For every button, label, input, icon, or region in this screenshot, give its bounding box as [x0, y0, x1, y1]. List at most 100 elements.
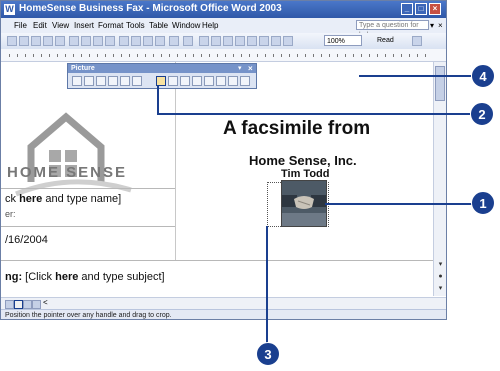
field-label: er: [5, 209, 16, 219]
select-browse-object-icon[interactable]: ● [436, 272, 445, 281]
document-area[interactable]: HOME SENSE ck here and type name] er: /1… [1, 62, 433, 296]
callout-3-line [266, 226, 268, 343]
vertical-scroll-thumb[interactable] [435, 66, 445, 101]
toolbar-options-icon[interactable]: ▾ [238, 64, 242, 73]
menu-help[interactable]: Help [202, 21, 218, 30]
company-name: Home Sense, Inc. [249, 153, 357, 168]
font-color-icon[interactable] [412, 36, 422, 46]
status-bar: Position the pointer over any handle and… [1, 309, 446, 319]
insert-table-icon[interactable] [223, 36, 233, 46]
tables-borders-icon[interactable] [211, 36, 221, 46]
menu-view[interactable]: View [52, 21, 69, 30]
subject-field[interactable]: ng: [Click here and type subject] [5, 271, 165, 283]
house-logo-icon [15, 112, 132, 197]
fax-heading: A facsimile from [223, 118, 371, 139]
web-layout-icon[interactable] [14, 300, 23, 309]
help-search-input[interactable]: Type a question for help [356, 20, 429, 39]
reset-picture-icon[interactable] [240, 76, 250, 86]
color-icon[interactable] [84, 76, 94, 86]
picture-toolbar[interactable]: Picture ▾ × [67, 63, 257, 89]
open-icon[interactable] [19, 36, 29, 46]
callout-3-badge: 3 [256, 342, 280, 366]
more-contrast-icon[interactable] [96, 76, 106, 86]
menu-format[interactable]: Format [98, 21, 123, 30]
drawing-icon[interactable] [259, 36, 269, 46]
columns-icon[interactable] [247, 36, 257, 46]
menu-edit[interactable]: Edit [33, 21, 47, 30]
word-app-icon[interactable]: W [4, 4, 15, 15]
next-page-icon[interactable]: ▾ [436, 284, 445, 293]
permission-icon[interactable] [43, 36, 53, 46]
sender-name: Tim Todd [281, 168, 330, 180]
set-transparent-color-icon[interactable] [228, 76, 238, 86]
menu-file[interactable]: File [14, 21, 27, 30]
handshake-icon [282, 181, 326, 226]
rotate-left-icon[interactable] [168, 76, 178, 86]
outline-view-icon[interactable] [32, 300, 41, 309]
callout-2-line [157, 86, 159, 115]
vertical-scrollbar[interactable]: ▾ ● ▾ [433, 62, 446, 296]
read-button[interactable]: Read [377, 35, 394, 47]
callout-2-line [157, 113, 470, 115]
close-button[interactable]: × [429, 3, 441, 15]
menu-window[interactable]: Window [172, 21, 200, 30]
email-icon[interactable] [55, 36, 65, 46]
menu-table[interactable]: Table [149, 21, 168, 30]
table-column-divider [175, 62, 176, 260]
less-contrast-icon[interactable] [108, 76, 118, 86]
cut-icon[interactable] [119, 36, 129, 46]
ruler-ticks [9, 54, 426, 57]
date-field[interactable]: /16/2004 [5, 234, 48, 246]
handshake-picture[interactable] [281, 180, 327, 227]
save-icon[interactable] [31, 36, 41, 46]
help-dropdown-icon[interactable]: ▾ [430, 21, 434, 30]
menu-insert[interactable]: Insert [74, 21, 94, 30]
document-map-icon[interactable] [271, 36, 281, 46]
callout-1-badge: 1 [471, 191, 495, 215]
undo-icon[interactable] [169, 36, 179, 46]
text-wrapping-icon[interactable] [204, 76, 214, 86]
toolbar-close-button[interactable]: × [248, 64, 253, 73]
line-style-icon[interactable] [180, 76, 190, 86]
callout-2-badge: 2 [470, 102, 494, 126]
paste-icon[interactable] [143, 36, 153, 46]
print-layout-icon[interactable] [23, 300, 32, 309]
new-icon[interactable] [7, 36, 17, 46]
window-title: HomeSense Business Fax - Microsoft Offic… [19, 3, 282, 14]
callout-1-line [325, 203, 480, 205]
more-brightness-icon[interactable] [120, 76, 130, 86]
crop-icon[interactable] [156, 76, 166, 86]
title-bar: W HomeSense Business Fax - Microsoft Off… [1, 1, 446, 18]
to-field[interactable]: ck here and type name] [5, 193, 121, 205]
document-close-button[interactable]: × [438, 21, 443, 30]
word-window: W HomeSense Business Fax - Microsoft Off… [0, 0, 447, 320]
compress-pictures-icon[interactable] [192, 76, 202, 86]
redo-icon[interactable] [183, 36, 193, 46]
scroll-left-icon[interactable]: < [43, 298, 48, 307]
picture-toolbar-title: Picture [68, 64, 256, 73]
format-picture-icon[interactable] [216, 76, 226, 86]
minimize-button[interactable]: _ [401, 3, 413, 15]
callout-4-line [359, 75, 471, 77]
print-preview-icon[interactable] [81, 36, 91, 46]
insert-excel-icon[interactable] [235, 36, 245, 46]
menu-tools[interactable]: Tools [126, 21, 145, 30]
print-icon[interactable] [69, 36, 79, 46]
less-brightness-icon[interactable] [132, 76, 142, 86]
scroll-down-icon[interactable]: ▾ [436, 260, 445, 269]
insert-picture-icon[interactable] [72, 76, 82, 86]
show-hide-icon[interactable] [283, 36, 293, 46]
horizontal-ruler [1, 49, 446, 62]
restore-button[interactable]: □ [415, 3, 427, 15]
research-icon[interactable] [105, 36, 115, 46]
callout-4-badge: 4 [471, 64, 495, 88]
format-painter-icon[interactable] [155, 36, 165, 46]
spelling-icon[interactable] [93, 36, 103, 46]
divider [1, 188, 175, 189]
hyperlink-icon[interactable] [199, 36, 209, 46]
zoom-select[interactable]: 100% [324, 35, 362, 46]
divider [1, 226, 175, 227]
divider [1, 260, 433, 261]
copy-icon[interactable] [131, 36, 141, 46]
normal-view-icon[interactable] [5, 300, 14, 309]
